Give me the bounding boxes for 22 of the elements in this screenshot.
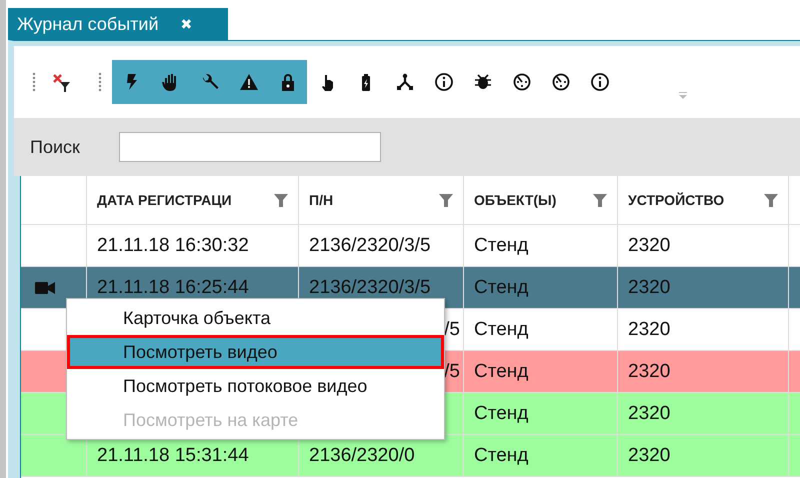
tab-title: Журнал событий bbox=[17, 14, 158, 34]
table-cell: 2136/2320/0 bbox=[309, 444, 415, 466]
table-cell: /5 bbox=[444, 360, 460, 382]
table-cell: 2320 bbox=[628, 234, 670, 256]
table-cell: 2320 bbox=[628, 402, 670, 424]
table-cell: Стенд bbox=[474, 234, 528, 256]
table-cell: /5 bbox=[444, 318, 460, 340]
table-cell: 2136/2320/3/5 bbox=[309, 234, 431, 256]
table-cell: 2320 bbox=[628, 318, 670, 340]
table-cell: 21.11.18 16:25:44 bbox=[97, 276, 249, 298]
table-cell: Стенд bbox=[474, 318, 528, 340]
table-cell: Стенд bbox=[474, 444, 528, 466]
table-cell: 21.11.18 16:30:32 bbox=[97, 234, 249, 256]
table-cell: Стенд bbox=[474, 402, 528, 424]
table-cell: Стенд bbox=[474, 360, 528, 382]
table-cell: Стенд bbox=[474, 276, 528, 298]
table-cell: 2320 bbox=[628, 360, 670, 382]
table-cell: 2136/2320/3/5 bbox=[309, 276, 431, 298]
table-cell: 2320 bbox=[628, 276, 670, 298]
search-label: Поиск bbox=[30, 136, 81, 158]
table-cell: 21.11.18 15:31:44 bbox=[97, 444, 249, 466]
table-cell: 2320 bbox=[628, 444, 670, 466]
